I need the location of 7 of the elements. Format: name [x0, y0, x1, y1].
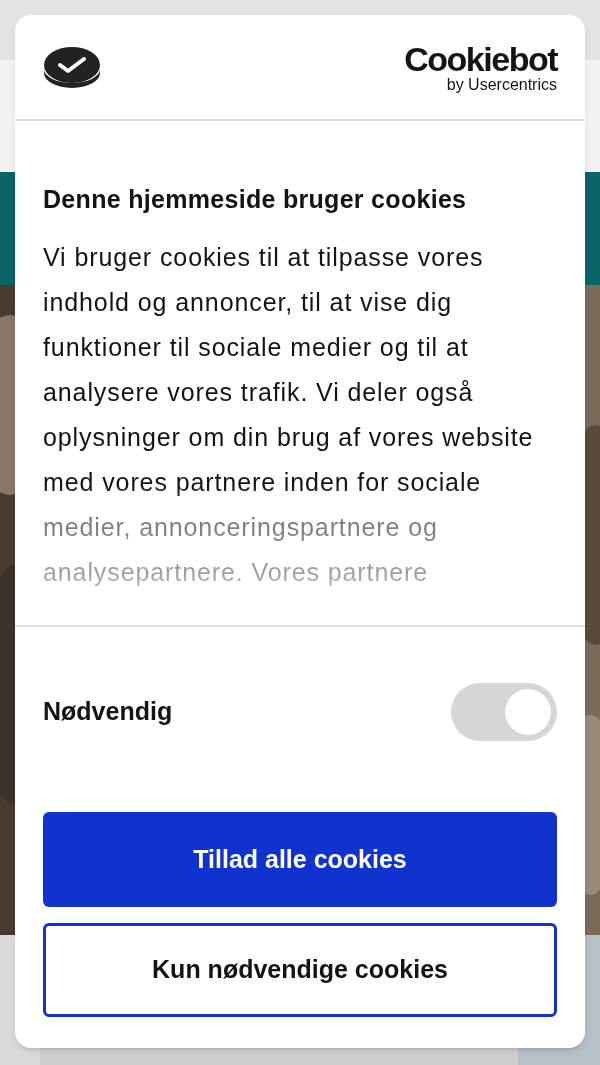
necessary-only-button[interactable]: Kun nødvendige cookies — [43, 923, 557, 1017]
cookie-check-icon — [43, 45, 101, 89]
body-text: Vi bruger cookies til at tilpasse vores indhold og annoncer, til at vise dig funktioner til sociale medier og til at analysere vores trafik. Vi deler også oplysninger om din brug af vores website med vores partnere inden for sociale medier, annonceringspartnere og analysepartnere. Vores partnere — [43, 242, 535, 588]
allow-all-button[interactable]: Tillad alle cookies — [43, 812, 557, 907]
toggle-label: Nødvendig — [43, 696, 173, 728]
brand-logo: Cookiebot by Usercentrics — [404, 41, 557, 93]
dialog-title: Denne hjemmeside bruger cookies — [43, 184, 468, 215]
